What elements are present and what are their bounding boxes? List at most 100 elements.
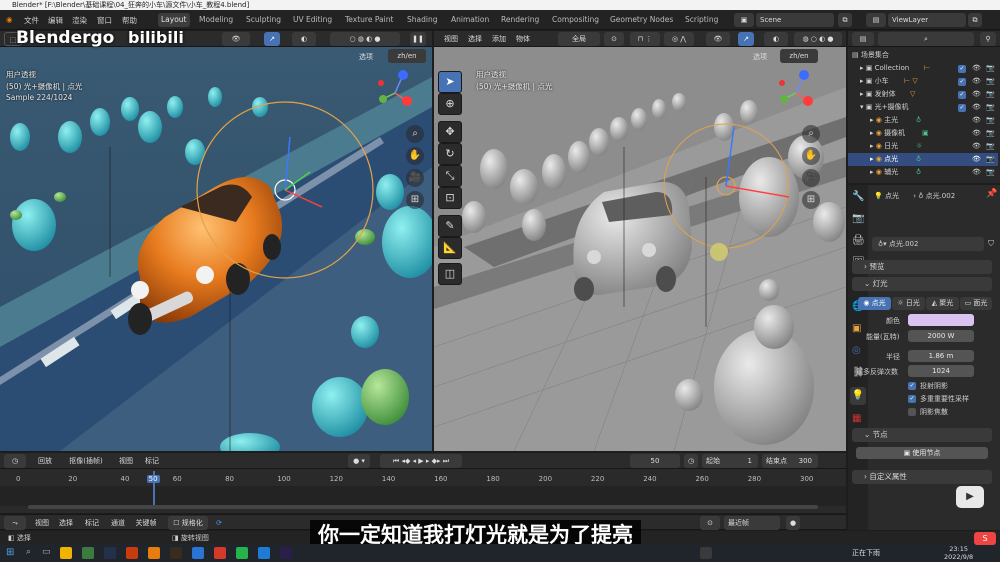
auto-key-icon[interactable]: ● ▾ — [348, 454, 370, 468]
illustrator-icon[interactable] — [170, 547, 182, 559]
outliner-row-sun[interactable]: ▸ ◉ 日光 ☼ 👁 📷 — [848, 140, 998, 153]
marker-menu[interactable]: 标记 — [142, 454, 162, 468]
select-menu[interactable]: 选择 — [466, 32, 484, 46]
outliner-row-key-light[interactable]: ▸ ◉ 主光 ♁ 👁 📷 — [848, 114, 998, 127]
add-cube-tool-icon[interactable]: ◫ — [438, 263, 462, 285]
proportional-edit-icon[interactable]: ◎ ⋀ — [664, 32, 694, 46]
playback-menu[interactable]: 回放 — [34, 454, 56, 468]
proportional-icon[interactable]: ● — [786, 516, 800, 530]
timeline-editor-type-icon[interactable]: ◷ — [4, 454, 26, 468]
light-color-swatch[interactable] — [908, 314, 974, 326]
tray-icon[interactable] — [700, 547, 712, 559]
panel-preview[interactable]: › 预览 — [852, 260, 992, 274]
right-view-icon[interactable]: 👁 — [706, 32, 730, 46]
app-blue-icon[interactable] — [192, 547, 204, 559]
view-icon[interactable]: 👁 — [222, 32, 250, 46]
menu-edit[interactable]: 编辑 — [48, 15, 63, 26]
tab-animation[interactable]: Animation — [448, 13, 492, 27]
mis-checkbox[interactable]: ✓ — [908, 395, 916, 403]
tab-layout[interactable]: Layout — [158, 13, 190, 27]
outliner-scene-collection[interactable]: ▤ 场景集合 — [848, 49, 998, 62]
cursor-tool-icon[interactable]: ⊕ — [438, 93, 462, 115]
graph-channel-menu[interactable]: 通道 — [108, 516, 128, 530]
scale-tool-icon[interactable]: ⤡ — [438, 165, 462, 187]
light-type-sun[interactable]: ☼ 日光 — [892, 297, 925, 310]
pin-icon[interactable]: 📌 — [986, 189, 997, 199]
snap-mode-dropdown[interactable]: 最近帧 — [724, 516, 780, 530]
menu-render[interactable]: 渲染 — [72, 15, 87, 26]
use-nodes-button[interactable]: ▣ 使用节点 — [856, 447, 988, 459]
max-bounces-field[interactable]: 1024 — [908, 365, 974, 377]
app-red-icon[interactable] — [126, 547, 138, 559]
view-layer-icon[interactable]: ▤ — [866, 13, 886, 27]
measure-tool-icon[interactable]: 📐 — [438, 237, 462, 259]
start-frame-field[interactable]: 起始 1 — [702, 454, 758, 468]
view-layer-selector[interactable]: ViewLayer — [888, 13, 966, 27]
tab-rendering[interactable]: Rendering — [498, 13, 542, 27]
playback-controls[interactable]: ⏮ ◂◆ ◂ ▶ ▸ ◆▸ ⏭ — [380, 454, 462, 468]
pivot-icon[interactable]: ⊙ — [604, 32, 624, 46]
cast-shadow-checkbox[interactable]: ✓ — [908, 382, 916, 390]
new-view-layer-icon[interactable]: ⧉ — [968, 13, 982, 27]
outliner-row-light-camera[interactable]: ▾ ▣ 光+摄像机 ✓ 👁 📷 — [848, 101, 998, 114]
outliner-display-icon[interactable]: ▤ — [852, 32, 874, 46]
outliner-row-point-light[interactable]: ▸ ◉ 点光 ♁ 👁 📷 — [848, 153, 998, 166]
tab-texture-paint[interactable]: Texture Paint — [342, 13, 396, 27]
tab-geometry-nodes[interactable]: Geometry Nodes — [607, 13, 676, 27]
shield-icon[interactable]: ⛉ — [988, 239, 994, 249]
right-zoom-icon[interactable]: ⌕ — [802, 125, 820, 143]
menu-window[interactable]: 窗口 — [97, 15, 112, 26]
wechat-icon[interactable] — [236, 547, 248, 559]
menu-file[interactable]: 文件 — [24, 15, 39, 26]
output-tab-icon[interactable]: 🖨 — [852, 235, 865, 246]
datablock-selector[interactable]: ♁▾ 点光.002 — [872, 237, 984, 251]
left-lang-button[interactable]: zh/en — [388, 49, 426, 63]
right-shading-modes[interactable]: ◍ ○ ◐ ● — [794, 32, 842, 46]
blender-logo-icon[interactable]: ◉ — [6, 15, 13, 24]
graph-marker-menu[interactable]: 标记 — [82, 516, 102, 530]
shading-modes[interactable]: ○ ◍ ◐ ● — [330, 32, 400, 46]
timeline-view-menu[interactable]: 视图 — [116, 454, 136, 468]
left-options-menu[interactable]: 选项 — [354, 50, 378, 64]
file-explorer-icon[interactable] — [60, 547, 72, 559]
right-overlay-icon[interactable]: ◐ — [764, 32, 788, 46]
pause-render-icon[interactable]: ❚❚ — [410, 32, 426, 46]
premiere-icon[interactable] — [280, 547, 292, 559]
scene-selector[interactable]: Scene — [756, 13, 834, 27]
outliner-row-camera[interactable]: ▸ ◉ 摄像机 ▣ 👁 📷 — [848, 127, 998, 140]
move-tool-icon[interactable]: ✥ — [438, 121, 462, 143]
outliner-row-car[interactable]: ▸ ▣ 小车 ⊢ ▽ ✓ 👁 📷 — [848, 75, 998, 88]
new-scene-icon[interactable]: ⧉ — [838, 13, 852, 27]
object-data-tab-icon[interactable]: 💡 — [850, 387, 866, 405]
navigation-gizmo-left[interactable] — [373, 67, 417, 117]
taskbar-search-icon[interactable]: ⌕ — [26, 547, 31, 557]
ortho-grid-icon[interactable]: ⊞ — [406, 191, 424, 209]
transform-tool-icon[interactable]: ⊡ — [438, 187, 462, 209]
right-gizmo-icon[interactable]: ↗ — [738, 32, 754, 46]
camera-view-icon[interactable]: 🎥 — [406, 169, 424, 187]
auto-normalize-icon[interactable]: ⟳ — [212, 516, 226, 530]
graph-select-menu[interactable]: 选择 — [56, 516, 76, 530]
normalize-toggle[interactable]: ☐ 规格化 — [168, 516, 208, 530]
panel-light[interactable]: ⌄ 灯光 — [852, 277, 992, 291]
photoshop-icon[interactable] — [104, 547, 116, 559]
graph-editor-type-icon[interactable]: ⤳ — [4, 516, 26, 530]
keying-menu[interactable]: 抠像(插帧) — [64, 454, 108, 468]
right-options-menu[interactable]: 选项 — [748, 50, 772, 64]
pivot-point-icon[interactable]: ⊙ — [700, 516, 720, 530]
zoom-icon[interactable]: ⌕ — [406, 125, 424, 143]
tab-modeling[interactable]: Modeling — [196, 13, 236, 27]
right-pan-hand-icon[interactable]: ✋ — [802, 147, 820, 165]
graph-key-menu[interactable]: 关键帧 — [132, 516, 160, 530]
panel-custom-props[interactable]: › 自定义属性 — [852, 470, 992, 484]
navigation-gizmo-right[interactable] — [774, 67, 818, 117]
scene-icon[interactable]: ▣ — [734, 13, 754, 27]
right-ortho-grid-icon[interactable]: ⊞ — [802, 191, 820, 209]
right-camera-view-icon[interactable]: 🎥 — [802, 169, 820, 187]
tab-scripting[interactable]: Scripting — [682, 13, 721, 27]
tab-uv-editing[interactable]: UV Editing — [290, 13, 335, 27]
light-type-spot[interactable]: ◭ 聚光 — [926, 297, 959, 310]
menu-help[interactable]: 帮助 — [122, 15, 137, 26]
left-viewport[interactable]: 用户透视 (50) 光+摄像机 | 点光 Sample 224/1024 选项 … — [0, 47, 432, 451]
object-tab-icon[interactable]: ▣ — [852, 323, 861, 334]
